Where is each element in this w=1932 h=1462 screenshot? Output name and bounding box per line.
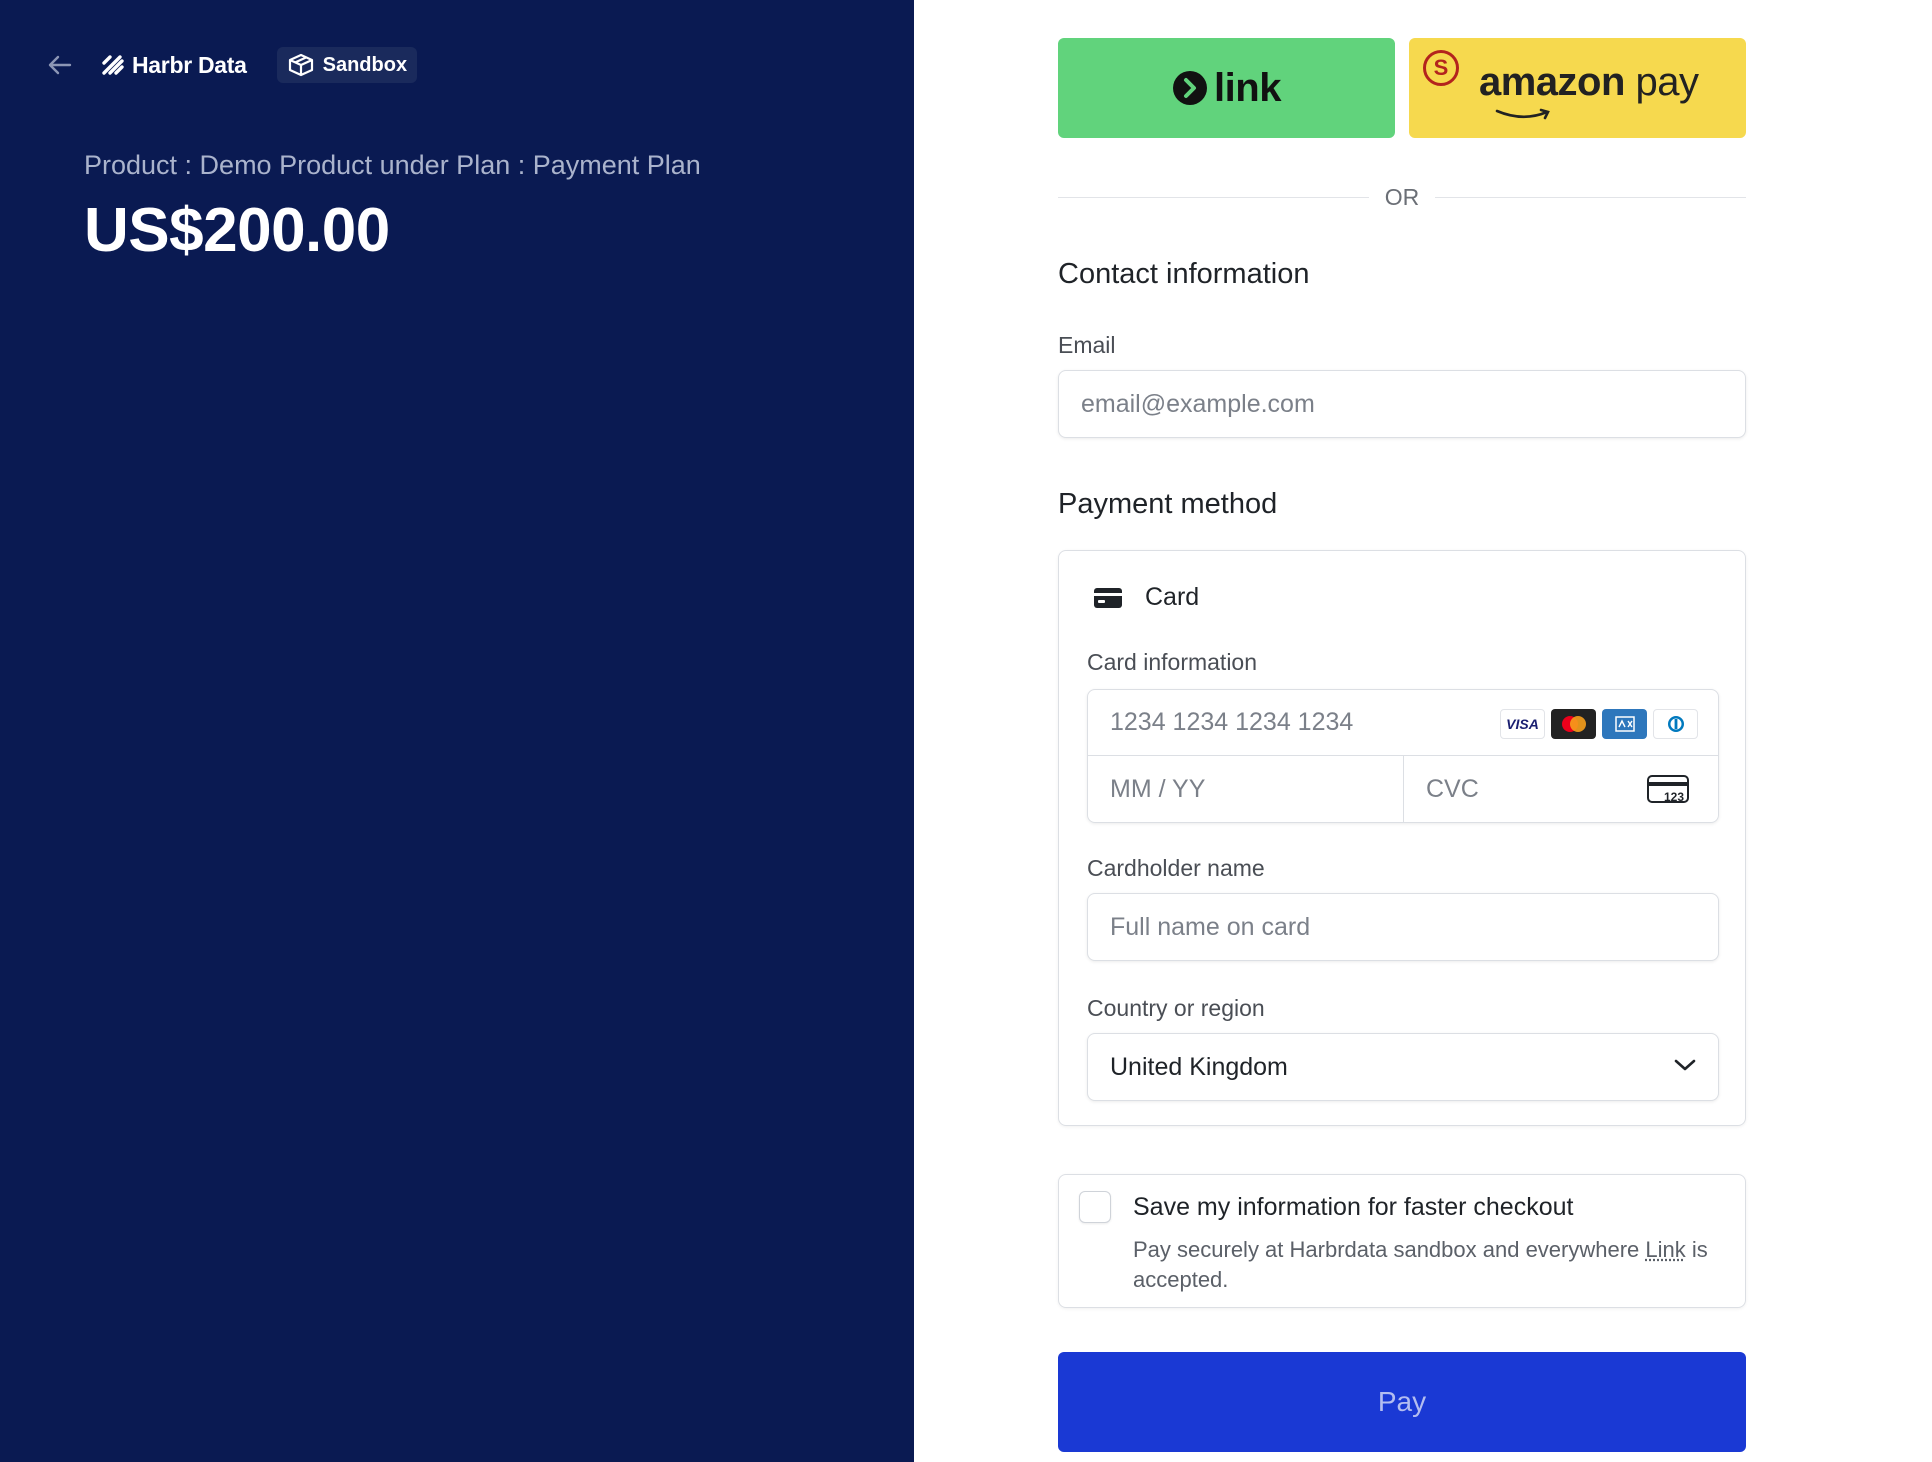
country-value: United Kingdom [1110, 1052, 1288, 1081]
country-label: Country or region [1087, 995, 1265, 1021]
card-cvc-input[interactable]: CVC 123 [1404, 756, 1718, 822]
cvc-icon-digits: 123 [1664, 790, 1684, 804]
product-description: Product : Demo Product under Plan : Paym… [84, 150, 701, 180]
card-number-input[interactable]: 1234 1234 1234 1234 VISA [1088, 690, 1718, 756]
pay-button[interactable]: Pay [1058, 1352, 1746, 1452]
amazon-pay-label-rest: pay [1624, 60, 1699, 104]
save-info-title: Save my information for faster checkout [1133, 1193, 1574, 1221]
divider-line [1058, 196, 1369, 198]
back-button[interactable] [46, 51, 74, 79]
cvc-card-icon: 123 [1647, 775, 1689, 804]
link-arrow-icon [1173, 71, 1208, 105]
sandbox-label: Sandbox [322, 53, 408, 76]
cube-icon [288, 53, 313, 77]
amazon-pay-mark-icon: S [1423, 50, 1459, 86]
payment-method-heading: Payment method [1058, 488, 1278, 520]
card-expiry-input[interactable]: MM / YY [1088, 756, 1404, 822]
save-info-panel: Save my information for faster checkout … [1058, 1174, 1746, 1308]
save-info-description: Pay securely at Harbrdata sandbox and ev… [1133, 1235, 1723, 1295]
total-amount: US$200.00 [84, 196, 390, 265]
diners-icon [1653, 709, 1698, 739]
card-number-placeholder: 1234 1234 1234 1234 [1110, 708, 1354, 736]
mastercard-icon [1551, 709, 1596, 739]
brand-name: Harbr Data [132, 51, 247, 78]
amazon-pay-button[interactable]: S amazon pay [1409, 38, 1746, 138]
contact-heading: Contact information [1058, 258, 1310, 290]
country-select[interactable]: United Kingdom [1087, 1033, 1719, 1101]
card-method-tab[interactable]: Card [1093, 583, 1199, 612]
amazon-pay-label: amazon pay [1479, 60, 1699, 105]
card-details-group: 1234 1234 1234 1234 VISA MM / YY CVC 123 [1087, 689, 1719, 823]
arrow-left-icon [48, 55, 72, 75]
link-pay-label: link [1214, 65, 1281, 110]
amazon-pay-label-bold: amazon [1479, 60, 1625, 104]
link-info-link[interactable]: Link [1645, 1237, 1685, 1262]
amex-icon [1602, 709, 1647, 739]
visa-icon: VISA [1500, 709, 1545, 739]
credit-card-icon [1094, 587, 1122, 608]
chevron-down-icon [1674, 1059, 1696, 1071]
card-method-label: Card [1145, 583, 1200, 611]
email-input[interactable]: email@example.com [1058, 370, 1746, 438]
divider-line [1435, 196, 1746, 198]
save-info-checkbox[interactable] [1079, 1191, 1111, 1223]
brand-logo[interactable]: Harbr Data [100, 52, 247, 79]
order-summary-panel: Harbr Data Sandbox Product : Demo Produc… [0, 0, 914, 1462]
cvc-placeholder: CVC [1426, 774, 1479, 803]
express-checkout: link S amazon pay [1058, 38, 1746, 138]
link-pay-button[interactable]: link [1058, 38, 1395, 138]
card-info-label: Card information [1087, 649, 1258, 675]
card-brand-icons: VISA [1500, 709, 1698, 739]
sandbox-badge: Sandbox [276, 47, 418, 83]
amazon-smile-icon [1495, 108, 1550, 120]
or-divider: OR [1058, 182, 1746, 212]
summary-topbar: Harbr Data Sandbox [46, 47, 418, 83]
cardholder-name-input[interactable]: Full name on card [1087, 893, 1719, 961]
email-label: Email [1058, 332, 1116, 358]
cardholder-label: Cardholder name [1087, 855, 1265, 881]
or-text: OR [1384, 183, 1420, 210]
harbr-logo-icon [102, 55, 124, 75]
save-info-desc-text: Pay securely at Harbrdata sandbox and ev… [1133, 1237, 1646, 1262]
payment-method-panel: Card Card information 1234 1234 1234 123… [1058, 550, 1746, 1126]
